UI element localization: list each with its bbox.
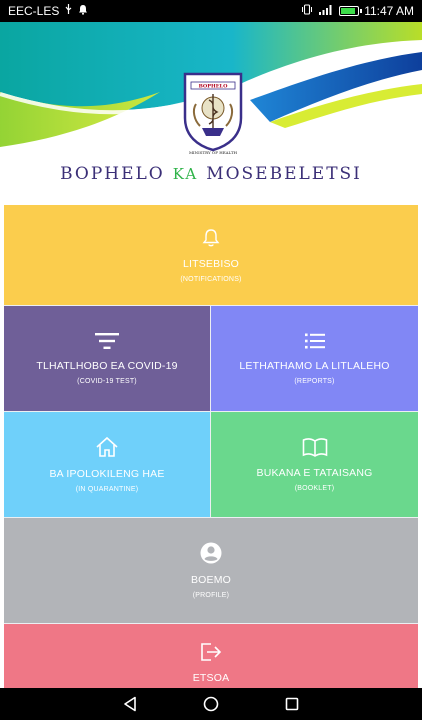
- notifications-tile[interactable]: LITSEBISO (NOTIFICATIONS): [4, 205, 418, 305]
- quarantine-label: BA IPOLOKILENG HAE: [49, 468, 165, 480]
- covid-test-tile[interactable]: TLHATLHOBO EA COVID-19 (COVID-19 TEST): [4, 306, 210, 411]
- home-circle-icon: [203, 696, 219, 712]
- reports-label: LETHATHAMO LA LITLALEHO: [239, 360, 390, 372]
- logout-label: ETSOA: [192, 672, 230, 684]
- reports-tile[interactable]: LETHATHAMO LA LITLALEHO (REPORTS): [211, 306, 418, 411]
- booklet-tile[interactable]: BUKANA E TATAISANG (BOOKLET): [211, 412, 418, 517]
- clock: 11:47 AM: [364, 4, 414, 18]
- quarantine-tile[interactable]: BA IPOLOKILENG HAE (IN QUARANTINE): [4, 412, 210, 517]
- battery-level: [341, 8, 355, 14]
- status-right: 11:47 AM: [301, 4, 414, 18]
- ministry-logo: BOPHELO MINISTRY OF HEALTH: [183, 72, 243, 155]
- book-icon: [302, 438, 327, 457]
- app-title: BOPHELO KA MOSEBELETSI: [0, 164, 422, 184]
- logout-tile[interactable]: ETSOA: [4, 624, 418, 688]
- reports-sublabel: (REPORTS): [294, 378, 335, 385]
- booklet-label: BUKANA E TATAISANG: [256, 467, 373, 479]
- app-header: BOPHELO MINISTRY OF HEALTH BOPHELO KA MOSE…: [0, 22, 422, 205]
- profile-tile[interactable]: BOEMO (PROFILE): [4, 518, 418, 623]
- menu-grid: LITSEBISO (NOTIFICATIONS) TLHATLHOBO EA …: [4, 205, 418, 688]
- logout-icon: [201, 643, 222, 661]
- battery-icon: [339, 6, 363, 16]
- profile-label: BOEMO: [190, 574, 232, 586]
- logo-lettering: BOPHELO: [199, 84, 228, 90]
- list-icon: [304, 333, 325, 349]
- back-button[interactable]: [115, 689, 145, 719]
- signal-icon: [318, 4, 334, 18]
- status-left: EEC-LES: [8, 4, 88, 18]
- bell-icon: [202, 228, 220, 246]
- home-button[interactable]: [196, 689, 226, 719]
- quarantine-sublabel: (IN QUARANTINE): [75, 486, 139, 493]
- vibrate-icon: [301, 4, 313, 18]
- covid-test-sublabel: (COVID-19 TEST): [77, 378, 137, 385]
- booklet-sublabel: (BOOKLET): [294, 485, 335, 492]
- app-title-right: MOSEBELETSI: [206, 164, 362, 184]
- carrier-label: EEC-LES: [8, 4, 60, 18]
- svg-text:MINISTRY OF HEALTH: MINISTRY OF HEALTH: [189, 150, 238, 155]
- app-title-mid: KA: [172, 165, 199, 183]
- home-icon: [96, 436, 118, 457]
- recents-button[interactable]: [277, 689, 307, 719]
- usb-icon: [64, 4, 73, 18]
- back-icon: [124, 696, 137, 712]
- notifications-label: LITSEBISO: [182, 257, 240, 270]
- account-circle-icon: [200, 542, 222, 564]
- covid-test-label: TLHATLHOBO EA COVID-19: [36, 360, 178, 372]
- profile-sublabel: (PROFILE): [192, 592, 230, 599]
- recents-icon: [285, 697, 298, 711]
- app-title-left: BOPHELO: [60, 164, 165, 184]
- filter-icon: [95, 333, 119, 349]
- android-nav-bar: [0, 688, 422, 720]
- status-bar: EEC-LES 11:47 AM: [0, 0, 422, 22]
- notifications-sublabel: (NOTIFICATIONS): [180, 275, 242, 283]
- notification-icon: [78, 4, 88, 18]
